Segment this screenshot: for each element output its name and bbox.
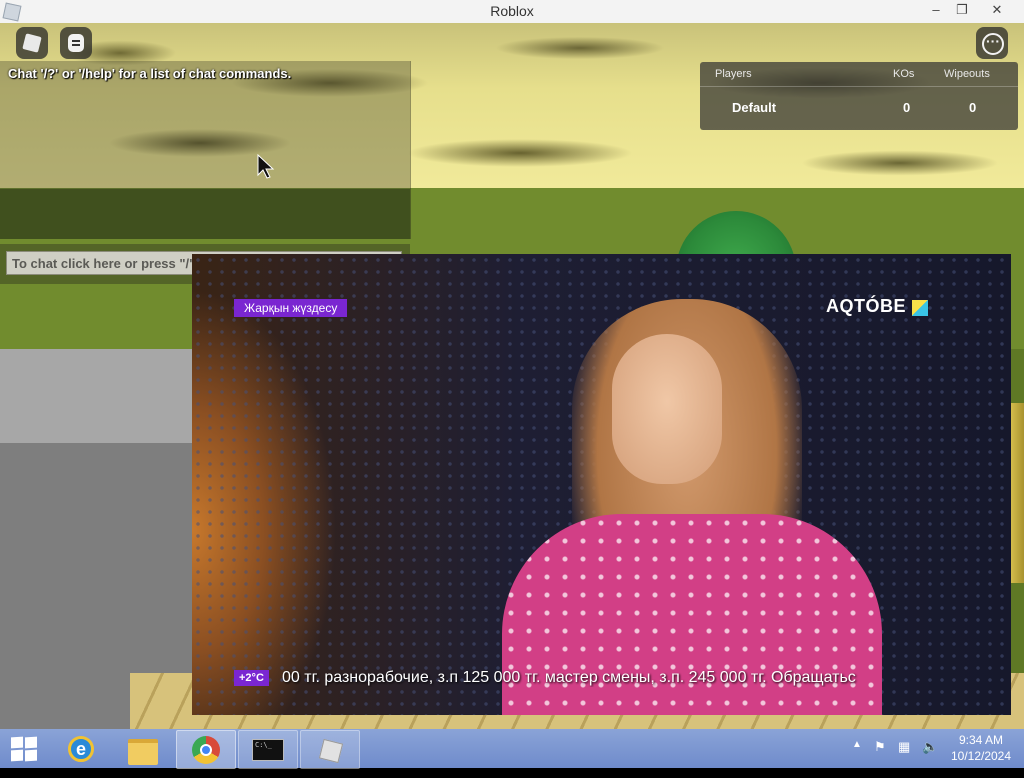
player-list: Players KOs Wipeouts Default 0 0 bbox=[700, 62, 1018, 130]
folder-icon bbox=[128, 739, 158, 765]
close-button[interactable]: ✕ bbox=[972, 0, 1022, 22]
video-overlay[interactable]: Жарқын жүздесу AQTÓBE +2°C 00 тг. разнор… bbox=[192, 254, 1011, 715]
chat-window: Chat '/?' or '/help' for a list of chat … bbox=[0, 61, 411, 239]
program-tag: Жарқын жүздесу bbox=[234, 299, 348, 317]
network-icon[interactable]: ▦ bbox=[898, 739, 910, 778]
temperature-badge: +2°C bbox=[234, 670, 269, 686]
gray-wall bbox=[0, 349, 192, 443]
window-title: Roblox bbox=[490, 3, 534, 19]
chat-toggle-button[interactable] bbox=[60, 27, 92, 59]
taskbar-internet-explorer[interactable]: e bbox=[52, 730, 110, 767]
action-center-flag-icon[interactable]: ⚑ bbox=[874, 739, 886, 778]
windows-logo-icon bbox=[11, 736, 37, 762]
news-ticker: +2°C 00 тг. разнорабочие, з.п 125 000 тг… bbox=[192, 666, 1011, 692]
more-options-button[interactable]: ··· bbox=[976, 27, 1008, 59]
clock-time: 9:34 AM bbox=[958, 733, 1004, 747]
roblox-menu-button[interactable] bbox=[16, 27, 48, 59]
taskbar-roblox[interactable] bbox=[300, 730, 360, 769]
kos-column-header: KOs bbox=[893, 68, 915, 80]
mouse-cursor-icon bbox=[257, 154, 275, 179]
player-list-header: Players KOs Wipeouts bbox=[700, 62, 1018, 87]
minimize-button[interactable]: – bbox=[922, 0, 950, 22]
player-wipeouts: 0 bbox=[969, 100, 977, 115]
chrome-icon bbox=[192, 736, 220, 764]
taskbar-file-explorer[interactable] bbox=[114, 730, 172, 767]
player-kos: 0 bbox=[903, 100, 911, 115]
taskbar-chrome[interactable] bbox=[176, 730, 236, 769]
ticker-text: 00 тг. разнорабочие, з.п 125 000 тг. мас… bbox=[282, 669, 856, 686]
volume-muted-icon[interactable]: 🔈 bbox=[922, 739, 938, 778]
chat-window-footer bbox=[0, 189, 410, 239]
wipeouts-column-header: Wipeouts bbox=[944, 68, 990, 80]
command-prompt-icon: C:\_ bbox=[252, 739, 284, 761]
channel-brand: AQTÓBE bbox=[826, 296, 907, 316]
system-clock[interactable]: 9:34 AM 10/12/2024 bbox=[946, 732, 1016, 764]
start-button[interactable] bbox=[0, 729, 48, 768]
window-titlebar: Roblox – ❐ ✕ bbox=[0, 0, 1024, 24]
more-options-icon: ··· bbox=[982, 33, 1004, 55]
clock-date: 10/12/2024 bbox=[950, 749, 1012, 763]
taskbar: e C:\_ ▲ ⚑ ▦ 🔈 9:34 AM 10/12/2024 bbox=[0, 729, 1024, 769]
player-row[interactable]: Default 0 0 bbox=[700, 87, 1018, 129]
roblox-logo-icon bbox=[22, 33, 42, 53]
taskbar-command-prompt[interactable]: C:\_ bbox=[238, 730, 298, 769]
chat-system-message: Chat '/?' or '/help' for a list of chat … bbox=[8, 66, 292, 81]
yellow-block bbox=[1010, 403, 1024, 583]
presenter-face bbox=[612, 334, 722, 484]
player-name: Default bbox=[732, 100, 777, 115]
channel-logo-icon bbox=[912, 300, 928, 316]
internet-explorer-icon: e bbox=[68, 736, 94, 762]
chat-icon bbox=[68, 34, 84, 52]
show-hidden-icons-button[interactable]: ▲ bbox=[852, 739, 862, 778]
roblox-icon bbox=[318, 738, 344, 764]
players-column-header: Players bbox=[715, 68, 752, 80]
